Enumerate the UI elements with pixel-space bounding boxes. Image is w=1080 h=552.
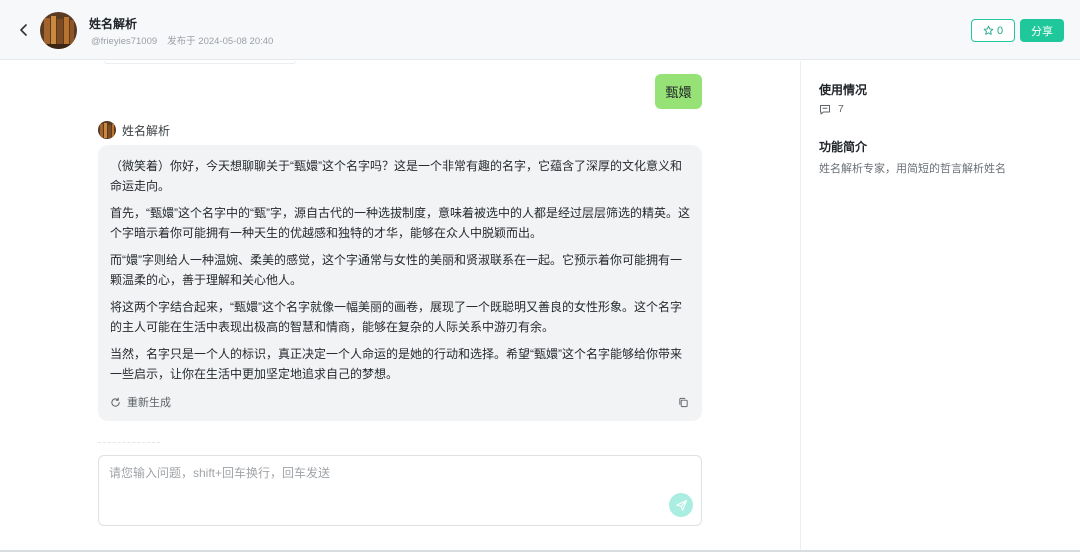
publish-date: 发布于 2024-05-08 20:40 [167, 36, 274, 47]
bot-message-header: 姓名解析 [98, 121, 170, 139]
divider [98, 442, 160, 443]
page-title: 姓名解析 [89, 17, 138, 31]
user-message-bubble: 甄嬛 [655, 74, 702, 109]
bot-avatar [40, 12, 77, 49]
bot-paragraph: 而“嬛”字则给人一种温婉、柔美的感觉，这个字通常与女性的美丽和贤淑联系在一起。它… [110, 253, 682, 287]
author-meta: @frieyies71009 发布于 2024-05-08 20:40 [91, 33, 273, 47]
intro-title: 功能简介 [819, 140, 868, 154]
usage-count: 7 [838, 103, 844, 115]
refresh-icon [111, 397, 120, 407]
comment-icon [820, 104, 830, 114]
chat-area: 甄嬛 姓名解析 （微笑着）你好，今天想聊聊关于“甄嬛”这个名字吗？这是一个非常有… [0, 61, 800, 552]
copy-icon [678, 397, 688, 407]
send-icon [675, 499, 687, 511]
info-sidebar: 使用情况 7 功能简介 姓名解析专家，用简短的哲言解析姓名 [800, 61, 1080, 552]
chat-input-box [98, 455, 702, 526]
regenerate-button[interactable]: 重新生成 [110, 394, 171, 410]
chevron-left-icon [20, 24, 27, 36]
send-button[interactable] [669, 493, 693, 517]
copy-button[interactable] [676, 395, 690, 409]
intro-text: 姓名解析专家，用简短的哲言解析姓名 [819, 163, 1006, 175]
usage-stat: 7 [819, 103, 844, 115]
bot-paragraph: 首先，“甄嬛”这个名字中的“甄”字，源自古代的一种选拔制度，意味着被选中的人都是… [110, 206, 690, 240]
app-header: 姓名解析 @frieyies71009 发布于 2024-05-08 20:40 … [0, 0, 1080, 60]
chat-input[interactable] [109, 464, 659, 514]
bot-message-avatar [98, 121, 116, 139]
bot-paragraph: （微笑着）你好，今天想聊聊关于“甄嬛”这个名字吗？这是一个非常有趣的名字，它蕴含… [110, 159, 682, 193]
share-button[interactable]: 分享 [1020, 19, 1064, 42]
author-handle: @frieyies71009 [91, 36, 158, 47]
previous-message-edge [104, 61, 296, 64]
star-outline-icon [983, 25, 994, 35]
bot-paragraph: 当然，名字只是一个人的标识，真正决定一个人命运的是她的行动和选择。希望“甄嬛”这… [110, 347, 682, 381]
bot-message-actions: 重新生成 [110, 393, 690, 411]
bot-name: 姓名解析 [122, 123, 171, 138]
favorite-count: 0 [996, 24, 1004, 37]
usage-title: 使用情况 [819, 83, 868, 97]
back-button[interactable] [14, 18, 34, 42]
bot-paragraph: 将这两个字结合起来，“甄嬛”这个名字就像一幅美丽的画卷，展现了一个既聪明又善良的… [110, 300, 682, 334]
bot-message-bubble: （微笑着）你好，今天想聊聊关于“甄嬛”这个名字吗？这是一个非常有趣的名字，它蕴含… [98, 145, 702, 421]
regenerate-label: 重新生成 [127, 397, 171, 409]
favorite-button[interactable]: 0 [971, 19, 1015, 42]
